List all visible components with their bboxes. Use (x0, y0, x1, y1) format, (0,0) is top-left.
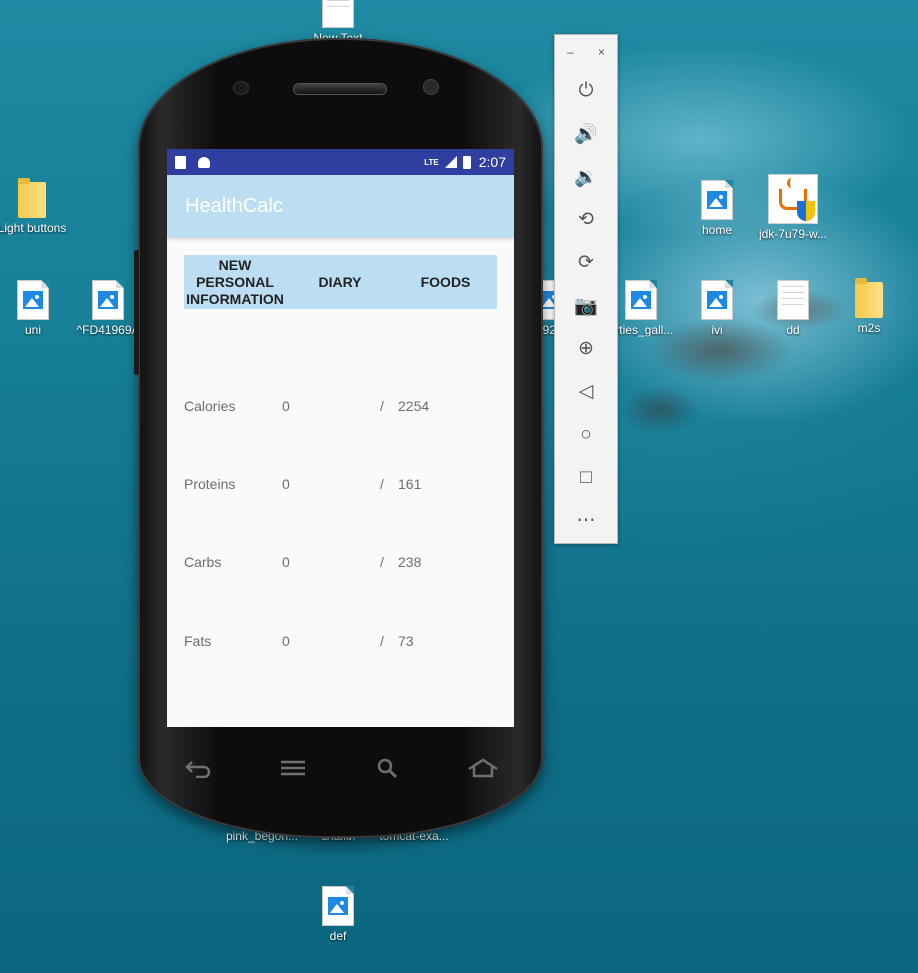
rotate-right-button[interactable]: ⟳ (555, 241, 617, 284)
image-file-icon (17, 280, 49, 320)
back-icon: ◁ (578, 381, 594, 402)
nutrient-label: Fats (184, 633, 212, 649)
home-button[interactable]: ○ (555, 413, 617, 456)
desktop-icon-label: Light buttons (0, 221, 67, 235)
hardware-nav-keys (168, 743, 513, 793)
earpiece-speaker (294, 84, 386, 94)
image-file-icon (701, 280, 733, 320)
status-time: 2:07 (478, 154, 506, 170)
nutrient-label: Calories (184, 398, 236, 414)
volume-up-icon: 🔊 (574, 123, 598, 145)
nutrient-separator: / (380, 633, 384, 649)
nutrient-label: Proteins (184, 476, 236, 492)
nutrient-separator: / (380, 398, 384, 414)
nutrient-goal: 238 (398, 554, 422, 570)
text-file-icon (322, 0, 354, 28)
nutrient-goal: 161 (398, 476, 422, 492)
tab-diary[interactable]: DIARY (286, 274, 394, 291)
volume-down-button[interactable]: 🔉 (555, 155, 617, 198)
desktop-icon-label: ivi (711, 323, 723, 337)
desktop-icon-label: home (701, 223, 733, 237)
desktop-icon-label: dd (786, 323, 800, 337)
screenshot-button[interactable]: 📷 (555, 284, 617, 327)
desktop-icon-def[interactable]: def (298, 886, 378, 943)
image-file-icon (92, 280, 124, 320)
desktop-icon-m2s[interactable]: m2s (829, 278, 909, 335)
overview-icon: □ (580, 466, 592, 488)
overview-button[interactable]: □ (555, 456, 617, 499)
desktop-icon-label: uni (24, 323, 41, 337)
desktop-icon-label: def (329, 929, 347, 943)
phone-emulator: LTE 2:07 HealthCalc NEW PERSONAL INFORMA… (134, 38, 543, 838)
power-icon: ⏻ (578, 79, 594, 101)
desktop-icon-ivi[interactable]: ivi (677, 280, 757, 337)
home-icon: ○ (580, 423, 592, 445)
close-button[interactable]: × (598, 45, 605, 59)
nutrient-value: 0 (282, 554, 290, 570)
volume-up-button[interactable]: 🔊 (555, 112, 617, 155)
menu-icon[interactable] (263, 748, 323, 788)
desktop-icon-label: m2s (857, 321, 881, 335)
tab-new-personal-information[interactable]: NEW PERSONAL INFORMATION (184, 257, 286, 308)
wallpaper-diver (600, 230, 900, 460)
nutrient-value: 0 (282, 476, 290, 492)
emulator-toolbar: – × ⏻ 🔊 🔉 ⟲ ⟳ 📷 ⊕ ◁ ○ □ ⋯ (554, 34, 618, 544)
front-camera (424, 80, 438, 94)
desktop-icon-dd[interactable]: dd (753, 280, 833, 337)
image-file-icon (625, 280, 657, 320)
app-bar: HealthCalc (167, 175, 514, 237)
toolbar-window-controls: – × (555, 35, 617, 69)
back-button[interactable]: ◁ (555, 370, 617, 413)
home-icon[interactable] (453, 748, 513, 788)
rotate-right-icon: ⟳ (578, 252, 594, 273)
tab-bar: NEW PERSONAL INFORMATION DIARY FOODS (184, 255, 497, 309)
search-icon[interactable] (358, 748, 418, 788)
rotate-left-button[interactable]: ⟲ (555, 198, 617, 241)
battery-icon (462, 155, 471, 169)
folder-icon (855, 278, 883, 318)
desktop-icon-label: jdk-7u79-w... (758, 227, 828, 241)
folder-icon (18, 178, 46, 218)
phone-side-button[interactable] (134, 250, 139, 375)
desktop-icon-light-buttons[interactable]: Light buttons (0, 178, 72, 235)
camera-icon: 📷 (574, 295, 598, 317)
minimize-button[interactable]: – (567, 45, 574, 59)
front-sensor (234, 82, 248, 94)
image-file-icon (322, 886, 354, 926)
image-file-icon (701, 180, 733, 220)
nutrient-value: 0 (282, 633, 290, 649)
volume-down-icon: 🔉 (574, 166, 598, 188)
nutrient-separator: / (380, 476, 384, 492)
sd-card-icon (175, 155, 186, 169)
zoom-button[interactable]: ⊕ (555, 327, 617, 370)
desktop-icon-uni[interactable]: uni (0, 280, 73, 337)
android-debug-icon (198, 156, 210, 168)
nutrient-goal: 73 (398, 633, 414, 649)
nutrient-goal: 2254 (398, 398, 430, 414)
desktop-icon-home[interactable]: home (677, 180, 757, 237)
back-icon[interactable] (168, 748, 228, 788)
nutrient-separator: / (380, 554, 384, 570)
nutrient-value: 0 (282, 398, 290, 414)
power-button[interactable]: ⏻ (555, 69, 617, 112)
nutrient-label: Carbs (184, 554, 222, 570)
signal-icon (444, 156, 457, 168)
rotate-left-icon: ⟲ (578, 209, 594, 230)
network-type: LTE (424, 157, 439, 167)
more-icon: ⋯ (576, 510, 596, 531)
zoom-icon: ⊕ (578, 338, 594, 359)
tab-foods[interactable]: FOODS (394, 274, 497, 291)
java-installer-icon (768, 174, 818, 224)
phone-screen: LTE 2:07 HealthCalc NEW PERSONAL INFORMA… (167, 149, 514, 727)
desktop-icon-jdk[interactable]: jdk-7u79-w... (753, 174, 833, 241)
status-bar: LTE 2:07 (167, 149, 514, 175)
app-title: HealthCalc (185, 194, 283, 217)
more-button[interactable]: ⋯ (555, 499, 617, 542)
text-file-icon (777, 280, 809, 320)
